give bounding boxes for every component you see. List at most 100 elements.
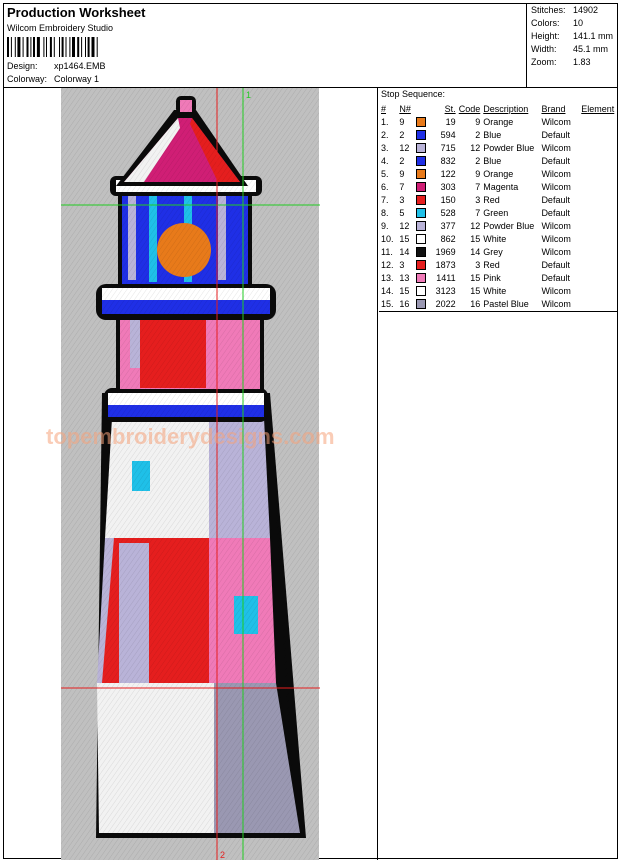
row-element xyxy=(581,115,617,128)
row-swatch xyxy=(415,206,430,219)
row-description: Pastel Blue xyxy=(483,298,529,309)
row-swatch xyxy=(415,154,430,167)
color-swatch xyxy=(415,298,426,309)
row-needle: 9 xyxy=(399,168,405,179)
barcode-bar xyxy=(65,37,67,57)
barcode-bar xyxy=(22,37,24,57)
stop-sequence-row: 12. 3 1873 3 Red Default xyxy=(381,258,617,271)
stat-colors: Colors: 10 xyxy=(531,18,583,28)
row-stitches: 150 xyxy=(440,194,456,205)
color-swatch xyxy=(415,285,426,296)
row-code: 3 xyxy=(475,259,481,270)
stop-sequence-table: # N# St. Code Description Brand Element … xyxy=(381,102,617,310)
col-header-index: # xyxy=(381,103,387,114)
row-element xyxy=(581,154,617,167)
row-swatch xyxy=(415,258,430,271)
barcode-bar xyxy=(59,37,60,57)
row-description: Pink xyxy=(483,272,501,283)
design-value: xp1464.EMB xyxy=(54,61,106,71)
stop-sequence-row: 8. 5 528 7 Green Default xyxy=(381,206,617,219)
stat-value: 45.1 mm xyxy=(573,44,609,54)
row-swatch xyxy=(415,297,430,310)
row-swatch xyxy=(415,180,430,193)
row-needle: 16 xyxy=(399,298,410,309)
marker-2: 2 xyxy=(220,850,225,860)
color-swatch xyxy=(415,181,426,192)
row-brand: Default xyxy=(541,207,570,218)
stop-sequence-row: 6. 7 303 7 Magenta Wilcom xyxy=(381,180,617,193)
row-stitches: 2022 xyxy=(435,298,456,309)
row-description: Powder Blue xyxy=(483,220,535,231)
stat-label: Height: xyxy=(531,31,560,41)
stop-sequence-row: 3. 12 715 12 Powder Blue Wilcom xyxy=(381,141,617,154)
row-description: Blue xyxy=(483,129,502,140)
col-header-description: Description xyxy=(483,103,529,114)
row-code: 12 xyxy=(470,142,481,153)
barcode-bar xyxy=(96,37,98,57)
row-stitches: 377 xyxy=(440,220,456,231)
row-needle: 12 xyxy=(399,142,410,153)
barcode-bar xyxy=(33,37,35,57)
row-element xyxy=(581,180,617,193)
row-description: Grey xyxy=(483,246,503,257)
row-description: Powder Blue xyxy=(483,142,535,153)
row-swatch xyxy=(415,115,430,128)
row-stitches: 715 xyxy=(440,142,456,153)
stat-stitches: Stitches: 14902 xyxy=(531,5,598,15)
row-needle: 13 xyxy=(399,272,410,283)
col-header-swatch xyxy=(416,102,430,115)
color-swatch xyxy=(415,168,426,179)
design-name-row: Design: xp1464.EMB xyxy=(7,61,106,71)
row-brand: Wilcom xyxy=(541,285,571,296)
row-needle: 15 xyxy=(399,233,410,244)
row-index: 4. xyxy=(381,155,389,166)
barcode-bar xyxy=(26,37,29,57)
row-code: 9 xyxy=(475,168,481,179)
stop-sequence-row: 10. 15 862 15 White Wilcom xyxy=(381,232,617,245)
row-stitches: 1411 xyxy=(436,272,456,283)
row-stitches: 303 xyxy=(440,181,456,192)
barcode-bar xyxy=(85,37,86,57)
row-swatch xyxy=(415,245,430,258)
row-code: 15 xyxy=(470,285,481,296)
col-header-element: Element xyxy=(581,103,615,114)
row-description: Blue xyxy=(483,155,502,166)
stop-sequence-row: 1. 9 19 9 Orange Wilcom xyxy=(381,115,617,128)
lighthouse-design-preview: 1 2 topembroiderydesigns.com xyxy=(46,88,335,860)
color-swatch xyxy=(415,194,426,205)
color-swatch xyxy=(415,259,426,270)
barcode-image xyxy=(7,37,98,57)
row-needle: 3 xyxy=(399,194,405,205)
row-brand: Wilcom xyxy=(541,142,571,153)
stat-width: Width: 45.1 mm xyxy=(531,44,608,54)
row-code: 16 xyxy=(470,298,481,309)
row-element xyxy=(581,193,617,206)
row-stitches: 528 xyxy=(440,207,456,218)
row-code: 14 xyxy=(470,246,481,257)
row-needle: 14 xyxy=(399,246,410,257)
stop-sequence-row: 14. 15 3123 15 White Wilcom xyxy=(381,284,617,297)
row-needle: 15 xyxy=(399,285,410,296)
row-stitches: 594 xyxy=(440,129,456,140)
row-index: 15. xyxy=(381,298,394,309)
row-stitches: 3123 xyxy=(435,285,456,296)
row-stitches: 832 xyxy=(440,155,456,166)
row-stitches: 1873 xyxy=(435,259,456,270)
stop-sequence-row: 11. 14 1969 14 Grey Wilcom xyxy=(381,245,617,258)
row-brand: Wilcom xyxy=(541,181,571,192)
barcode-bar xyxy=(61,37,64,57)
col-header-brand: Brand xyxy=(541,103,566,114)
col-header-needle: N# xyxy=(399,103,411,114)
row-index: 5. xyxy=(381,168,389,179)
barcode-bar xyxy=(81,37,83,57)
stop-sequence-row: 15. 16 2022 16 Pastel Blue Wilcom xyxy=(381,297,617,310)
colorway-label: Colorway: xyxy=(7,74,48,84)
row-element xyxy=(581,167,617,180)
row-code: 2 xyxy=(475,129,481,140)
row-code: 9 xyxy=(475,116,481,127)
row-description: White xyxy=(483,285,507,296)
row-needle: 7 xyxy=(399,181,405,192)
stop-sequence-panel: Stop Sequence: # N# St. Code Description… xyxy=(379,88,617,312)
colorway-value: Colorway 1 xyxy=(54,74,100,84)
barcode-bar xyxy=(30,37,32,57)
